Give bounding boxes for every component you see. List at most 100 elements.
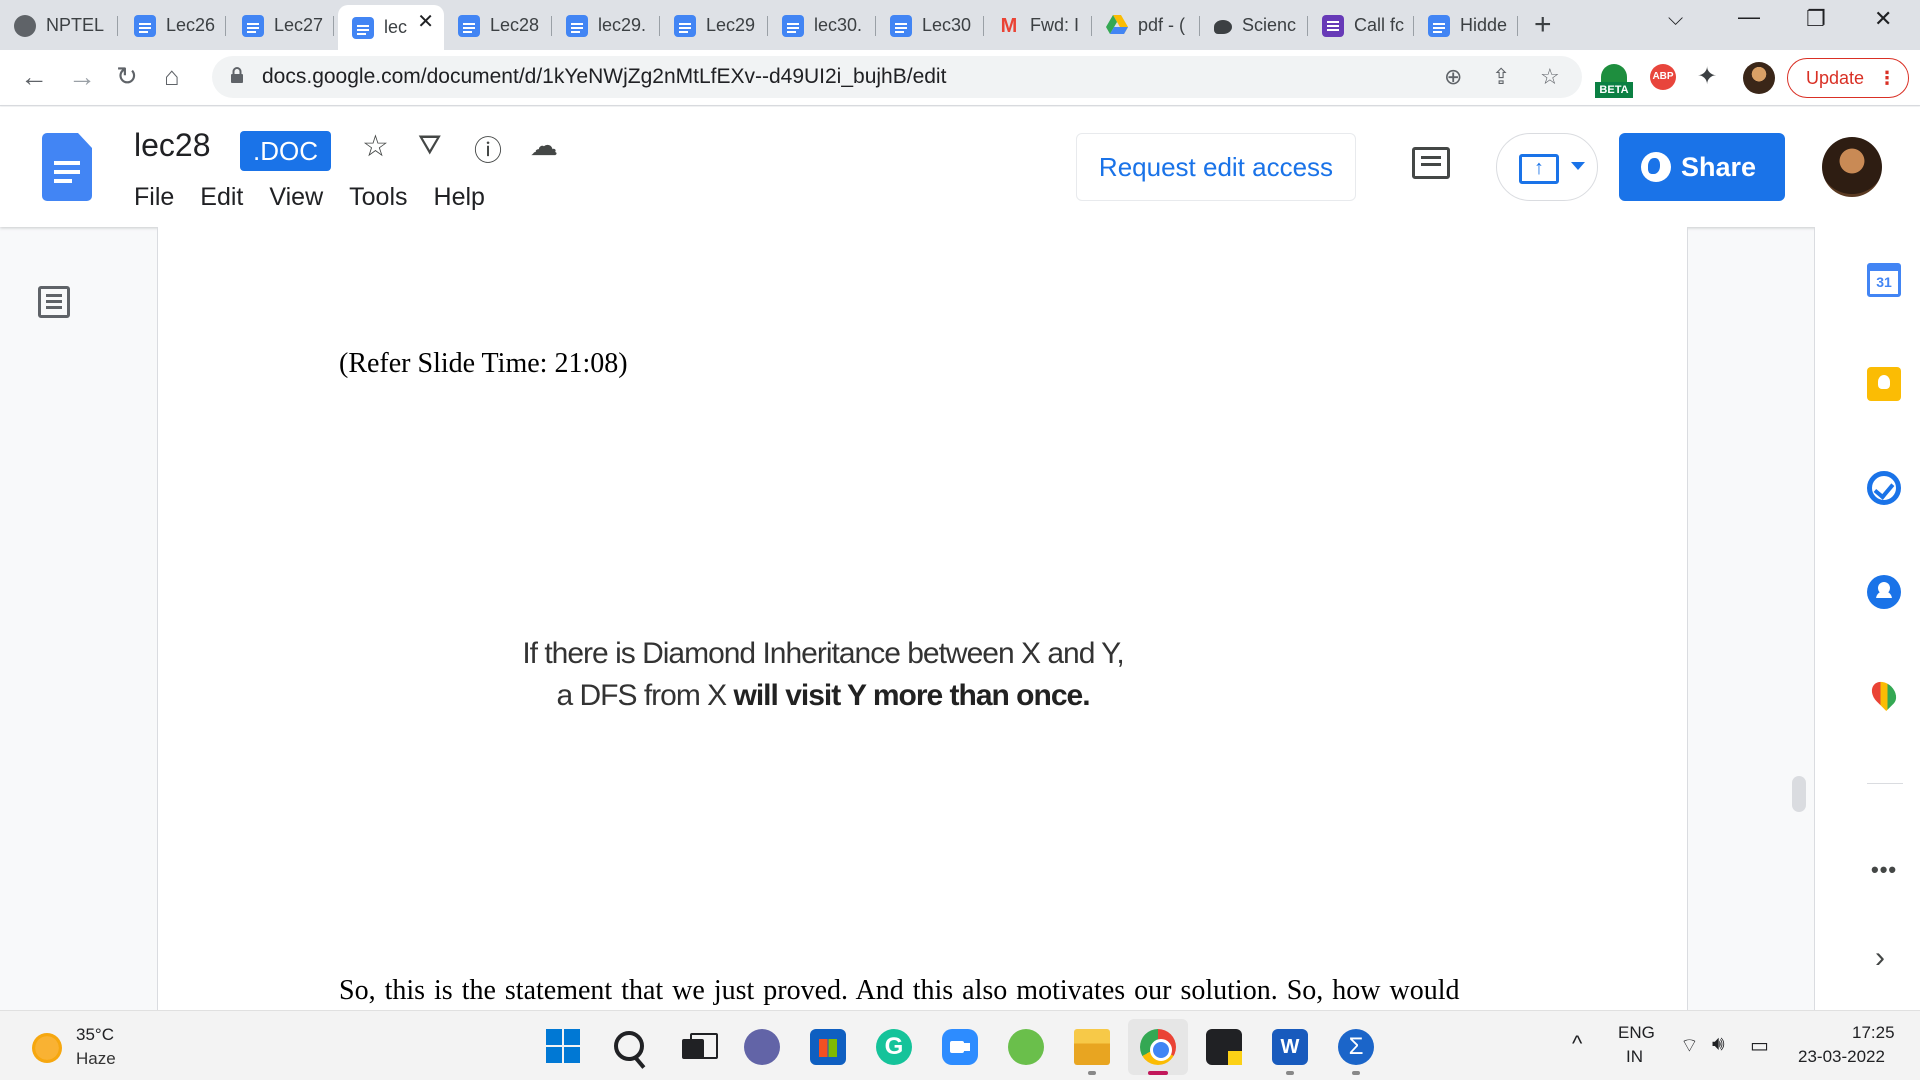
maps-icon[interactable] <box>1867 677 1901 711</box>
region-indicator[interactable]: IN <box>1626 1047 1643 1067</box>
menu-view[interactable]: View <box>269 183 323 212</box>
menu-file[interactable]: File <box>134 183 174 212</box>
tasks-icon[interactable] <box>1867 471 1901 505</box>
google-docs-logo-icon[interactable] <box>42 133 92 201</box>
zoom-icon[interactable] <box>942 1029 978 1065</box>
request-edit-access-button[interactable]: Request edit access <box>1076 133 1356 201</box>
tab-science[interactable]: Scienc <box>1200 9 1308 42</box>
volume-icon[interactable]: 🔊︎ <box>1712 1033 1725 1056</box>
menu-help[interactable]: Help <box>434 183 485 212</box>
clock-time[interactable]: 17:25 <box>1852 1023 1895 1043</box>
close-tab-icon[interactable]: ✕ <box>417 9 434 34</box>
wifi-icon[interactable]: ⌔ <box>1680 1033 1699 1058</box>
tab-label: lec29. <box>598 15 647 35</box>
document-outline-icon[interactable] <box>38 286 70 318</box>
more-addons-icon[interactable]: ••• <box>1871 857 1897 883</box>
tab-hidden[interactable]: Hidde <box>1414 9 1518 42</box>
extensions-puzzle-icon[interactable]: ✦ <box>1697 62 1717 91</box>
tab-lec30[interactable]: Lec30 <box>876 9 984 42</box>
update-button[interactable]: Update ⋮ <box>1787 58 1909 98</box>
docs-icon <box>458 14 480 37</box>
chrome-icon[interactable] <box>1140 1029 1176 1065</box>
tab-label: lec <box>384 17 408 37</box>
divider <box>1867 783 1903 784</box>
task-view-icon[interactable] <box>680 1029 718 1065</box>
clock-date[interactable]: 23-03-2022 <box>1798 1047 1885 1067</box>
move-to-drive-icon[interactable]: ⛛ <box>418 129 442 162</box>
store-icon[interactable] <box>810 1029 846 1065</box>
menu-edit[interactable]: Edit <box>200 183 243 212</box>
bookmark-star-icon[interactable]: ☆ <box>1540 64 1560 90</box>
share-page-icon[interactable]: ⇪ <box>1492 64 1510 90</box>
tab-lec29[interactable]: Lec29 <box>660 9 768 42</box>
grammarly-icon[interactable]: G <box>876 1029 912 1065</box>
restore-icon[interactable]: ❐ <box>1806 6 1826 32</box>
browser-toolbar: ← → ↻ ⌂ docs.google.com/document/d/1kYeN… <box>0 50 1920 106</box>
menu-kebab-icon: ⋮ <box>1878 68 1896 88</box>
weather-description[interactable]: Haze <box>76 1049 116 1069</box>
tab-search-chevron-icon[interactable]: ⌵ <box>1668 8 1683 31</box>
menu-tools[interactable]: Tools <box>349 183 407 212</box>
scrollbar-thumb[interactable] <box>1792 776 1806 812</box>
zoom-icon[interactable]: ⊕ <box>1444 64 1462 90</box>
tab-separator <box>333 16 334 36</box>
search-icon[interactable] <box>614 1031 644 1061</box>
share-button[interactable]: Share <box>1619 133 1785 201</box>
docs-icon <box>566 14 588 37</box>
calendar-icon[interactable]: 31 <box>1867 263 1901 297</box>
word-icon[interactable]: W <box>1272 1029 1308 1065</box>
tab-lec29-doc[interactable]: lec29. <box>552 9 660 42</box>
forward-arrow-icon[interactable]: → <box>68 61 96 93</box>
contacts-icon[interactable] <box>1867 575 1901 609</box>
star-icon[interactable]: ☆ <box>362 129 389 164</box>
beta-extension-icon[interactable]: BETA <box>1595 64 1633 98</box>
address-bar[interactable]: docs.google.com/document/d/1kYeNWjZg2nMt… <box>212 56 1582 98</box>
adblock-icon[interactable]: ABP <box>1650 64 1676 90</box>
tab-lec28[interactable]: Lec28 <box>444 9 552 42</box>
battery-icon[interactable]: ▭ <box>1750 1033 1769 1058</box>
menu-bar: File Edit View Tools Help <box>134 183 511 212</box>
body-paragraph: So, this is the statement that we just p… <box>339 975 1460 1006</box>
minimize-icon[interactable]: — <box>1738 4 1760 30</box>
tab-nptel[interactable]: NPTEL <box>0 9 118 42</box>
profile-avatar[interactable] <box>1743 62 1775 94</box>
document-page[interactable]: (Refer Slide Time: 21:08) If there is Di… <box>157 227 1688 1010</box>
slide-line: If there is Diamond Inheritance between … <box>522 637 1124 670</box>
reload-icon[interactable]: ↻ <box>116 61 138 92</box>
back-arrow-icon[interactable]: ← <box>20 61 48 93</box>
windows-start-icon[interactable] <box>546 1029 582 1065</box>
sticky-notes-icon[interactable] <box>1206 1029 1242 1065</box>
expand-panel-icon[interactable]: › <box>1875 941 1885 975</box>
tab-label: Lec30 <box>922 15 972 35</box>
weather-sun-icon[interactable] <box>32 1033 62 1063</box>
close-window-icon[interactable]: ✕ <box>1874 6 1892 32</box>
tab-lec30-doc[interactable]: lec30. <box>768 9 876 42</box>
document-title[interactable]: lec28 <box>134 127 211 164</box>
feather-app-icon[interactable] <box>1008 1029 1044 1065</box>
keep-icon[interactable] <box>1867 367 1901 401</box>
tab-drive[interactable]: pdf - ( <box>1092 9 1200 42</box>
weather-temperature[interactable]: 35°C <box>76 1025 114 1045</box>
new-tab-plus-icon[interactable]: + <box>1534 8 1552 42</box>
show-hidden-icons-chevron-icon[interactable]: ^ <box>1572 1031 1582 1057</box>
extension-arc <box>1601 64 1627 82</box>
logo-line <box>54 170 80 174</box>
tab-lec28-active[interactable]: lec ✕ <box>338 5 444 50</box>
tab-lec26[interactable]: Lec26 <box>120 9 226 42</box>
start-tile <box>546 1029 562 1045</box>
present-button[interactable]: ↑ <box>1496 133 1598 201</box>
account-avatar[interactable] <box>1822 137 1882 197</box>
comment-history-icon[interactable] <box>1412 147 1450 179</box>
language-indicator[interactable]: ENG <box>1618 1023 1655 1043</box>
sigma-app-icon[interactable]: Σ <box>1338 1029 1374 1065</box>
tab-gmail[interactable]: M Fwd: I <box>984 9 1092 42</box>
tab-lec27[interactable]: Lec27 <box>228 9 334 42</box>
home-icon[interactable]: ⌂ <box>164 61 180 92</box>
teams-chat-icon[interactable] <box>744 1029 780 1065</box>
info-icon[interactable]: ⓘ <box>474 129 502 169</box>
tab-label: Hidde <box>1460 15 1508 35</box>
cloud-status-icon[interactable]: ☁ <box>530 129 558 162</box>
docs-icon <box>782 14 804 37</box>
file-explorer-icon[interactable] <box>1074 1029 1110 1065</box>
tab-call-for[interactable]: Call fc <box>1308 9 1414 42</box>
